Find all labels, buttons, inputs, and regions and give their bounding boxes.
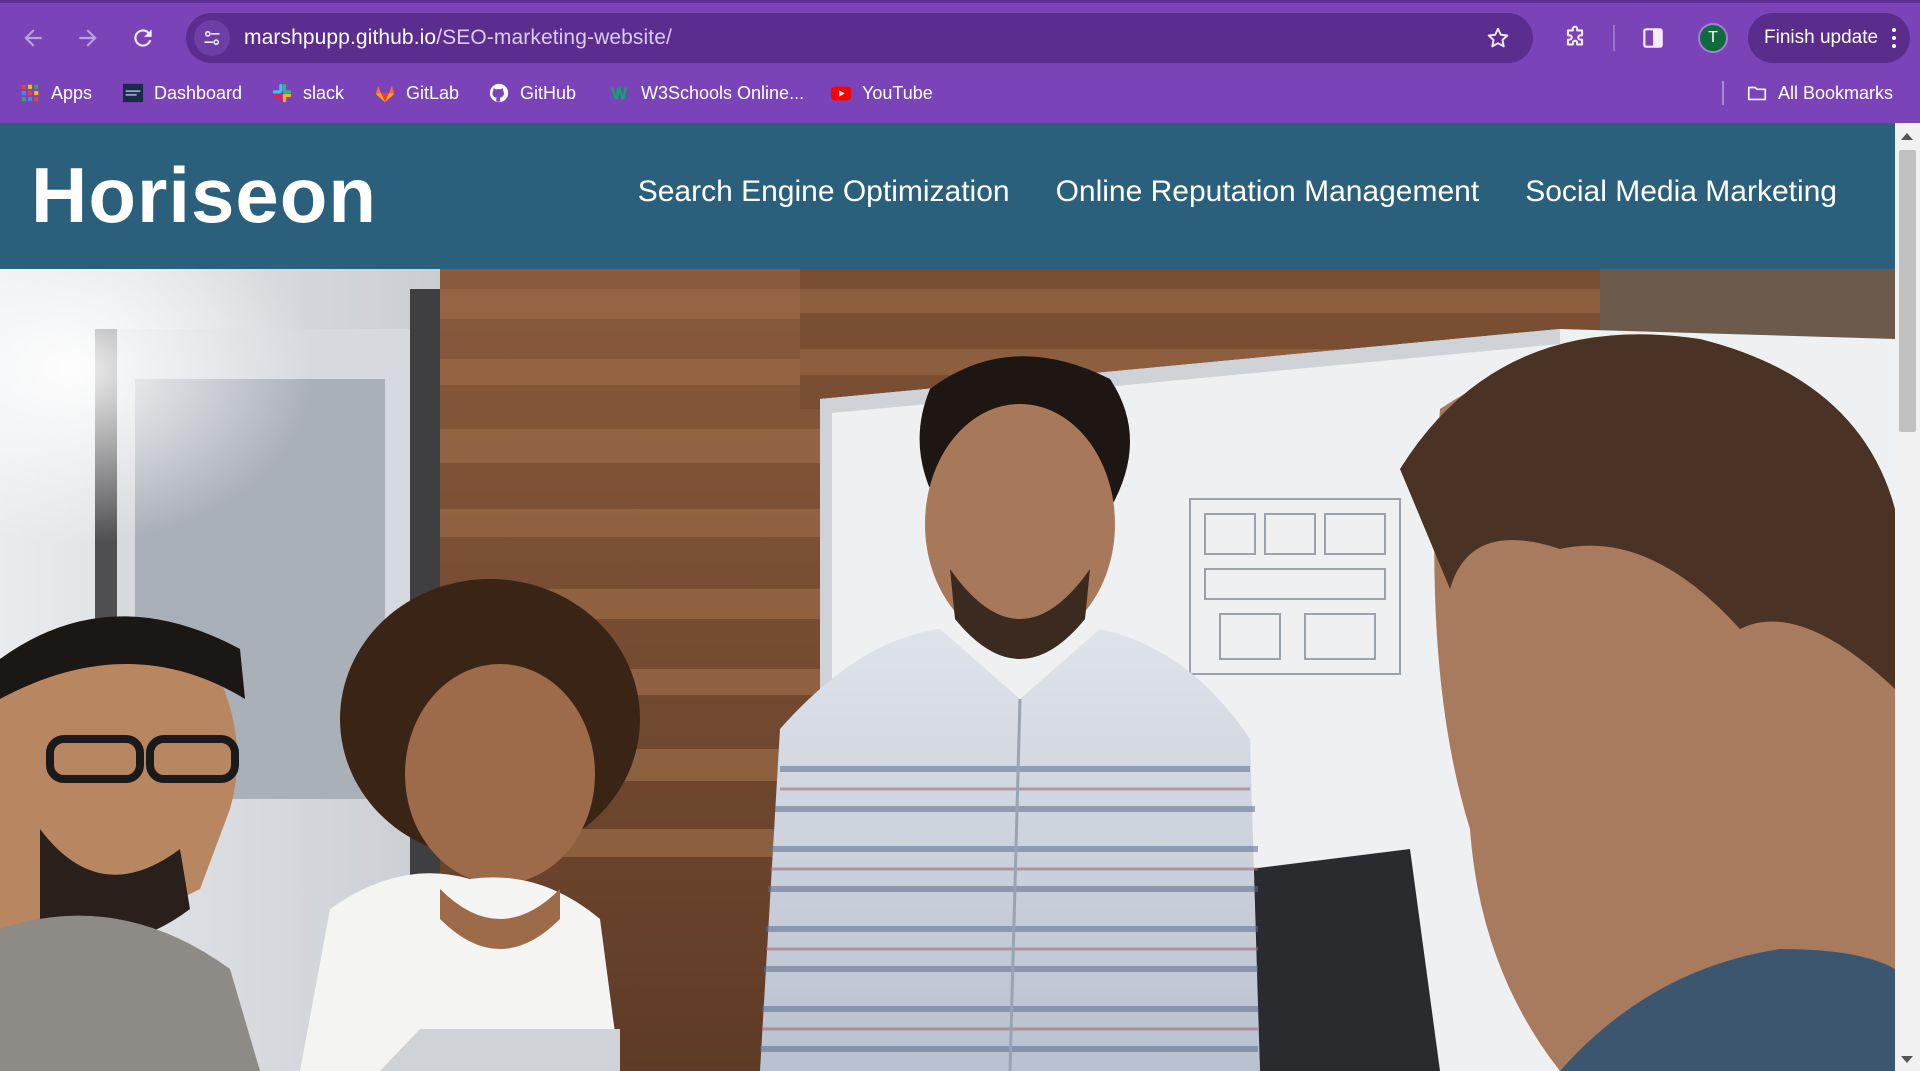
forward-button[interactable] (66, 16, 110, 60)
bookmark-github[interactable]: GitHub (482, 76, 582, 110)
side-panel-icon (1643, 28, 1663, 48)
team-meeting-photo (0, 269, 1895, 1071)
extensions-button[interactable] (1555, 18, 1595, 58)
toolbar-actions: T Finish update (1555, 13, 1911, 63)
bookmark-label: Apps (51, 82, 93, 103)
nav-link-reputation[interactable]: Online Reputation Management (1056, 175, 1480, 209)
w3schools-icon (609, 82, 631, 104)
bookmark-apps[interactable]: Apps (13, 76, 98, 110)
bookmarks-divider (1722, 81, 1724, 105)
site-header: Horiseon Search Engine Optimization Onli… (0, 123, 1895, 269)
back-button[interactable] (11, 16, 55, 60)
bookmark-label: Dashboard (154, 82, 243, 103)
scroll-up-arrow-icon[interactable] (1901, 133, 1913, 140)
finish-update-label: Finish update (1764, 27, 1879, 48)
site-info-button[interactable] (194, 20, 230, 56)
url-text[interactable]: marshpupp.github.io/SEO-marketing-websit… (244, 26, 672, 50)
url-domain: marshpupp.github.io (244, 26, 437, 49)
scroll-down-arrow-icon[interactable] (1901, 1056, 1913, 1063)
nav-link-social-media[interactable]: Social Media Marketing (1525, 175, 1837, 209)
address-bar[interactable]: marshpupp.github.io/SEO-marketing-websit… (186, 13, 1533, 63)
all-bookmarks-label: All Bookmarks (1778, 82, 1894, 103)
youtube-icon (830, 82, 852, 104)
folder-icon (1746, 82, 1768, 104)
url-path: /SEO-marketing-website/ (436, 26, 672, 49)
hero-image (0, 269, 1895, 1071)
bookmarks-bar: Apps Dashboard slack GitLab GitHub W3Sch… (0, 73, 1920, 113)
toolbar-divider (1613, 25, 1615, 51)
more-vert-icon (1892, 28, 1897, 48)
bookmark-slack[interactable]: slack (265, 76, 350, 110)
github-icon (488, 82, 510, 104)
bookmark-gitlab[interactable]: GitLab (368, 76, 465, 110)
reload-button[interactable] (121, 16, 165, 60)
bookmark-label: slack (303, 82, 345, 103)
browser-chrome: marshpupp.github.io/SEO-marketing-websit… (0, 0, 1920, 123)
arrow-left-icon (24, 29, 42, 47)
profile-avatar[interactable]: T (1698, 23, 1728, 53)
apps-grid-icon (19, 82, 41, 104)
bookmark-w3schools[interactable]: W3Schools Online... (603, 76, 810, 110)
arrow-right-icon (79, 29, 97, 47)
site-logo[interactable]: Horiseon (31, 156, 377, 234)
reload-icon (134, 29, 152, 47)
finish-update-button[interactable]: Finish update (1748, 13, 1911, 63)
bookmark-youtube[interactable]: YouTube (824, 76, 939, 110)
site-nav: Search Engine Optimization Online Reputa… (638, 175, 1837, 209)
page-scrollbar[interactable] (1895, 123, 1920, 1071)
dashboard-icon (122, 82, 144, 104)
scrollbar-thumb[interactable] (1899, 150, 1916, 432)
all-bookmarks-button[interactable]: All Bookmarks (1740, 76, 1899, 110)
bookmark-label: GitLab (406, 82, 460, 103)
gitlab-icon (374, 82, 396, 104)
puzzle-icon (1566, 25, 1584, 46)
tune-icon (204, 30, 220, 46)
bookmark-star-icon[interactable] (1485, 25, 1511, 51)
browser-toolbar: marshpupp.github.io/SEO-marketing-websit… (0, 3, 1920, 73)
bookmark-label: W3Schools Online... (641, 82, 805, 103)
side-panel-button[interactable] (1633, 18, 1673, 58)
bookmark-label: YouTube (862, 82, 933, 103)
bookmark-label: GitHub (520, 82, 577, 103)
web-page: Horiseon Search Engine Optimization Onli… (0, 123, 1895, 1071)
slack-icon (271, 82, 293, 104)
nav-link-seo[interactable]: Search Engine Optimization (638, 175, 1010, 209)
bookmark-dashboard[interactable]: Dashboard (116, 76, 248, 110)
